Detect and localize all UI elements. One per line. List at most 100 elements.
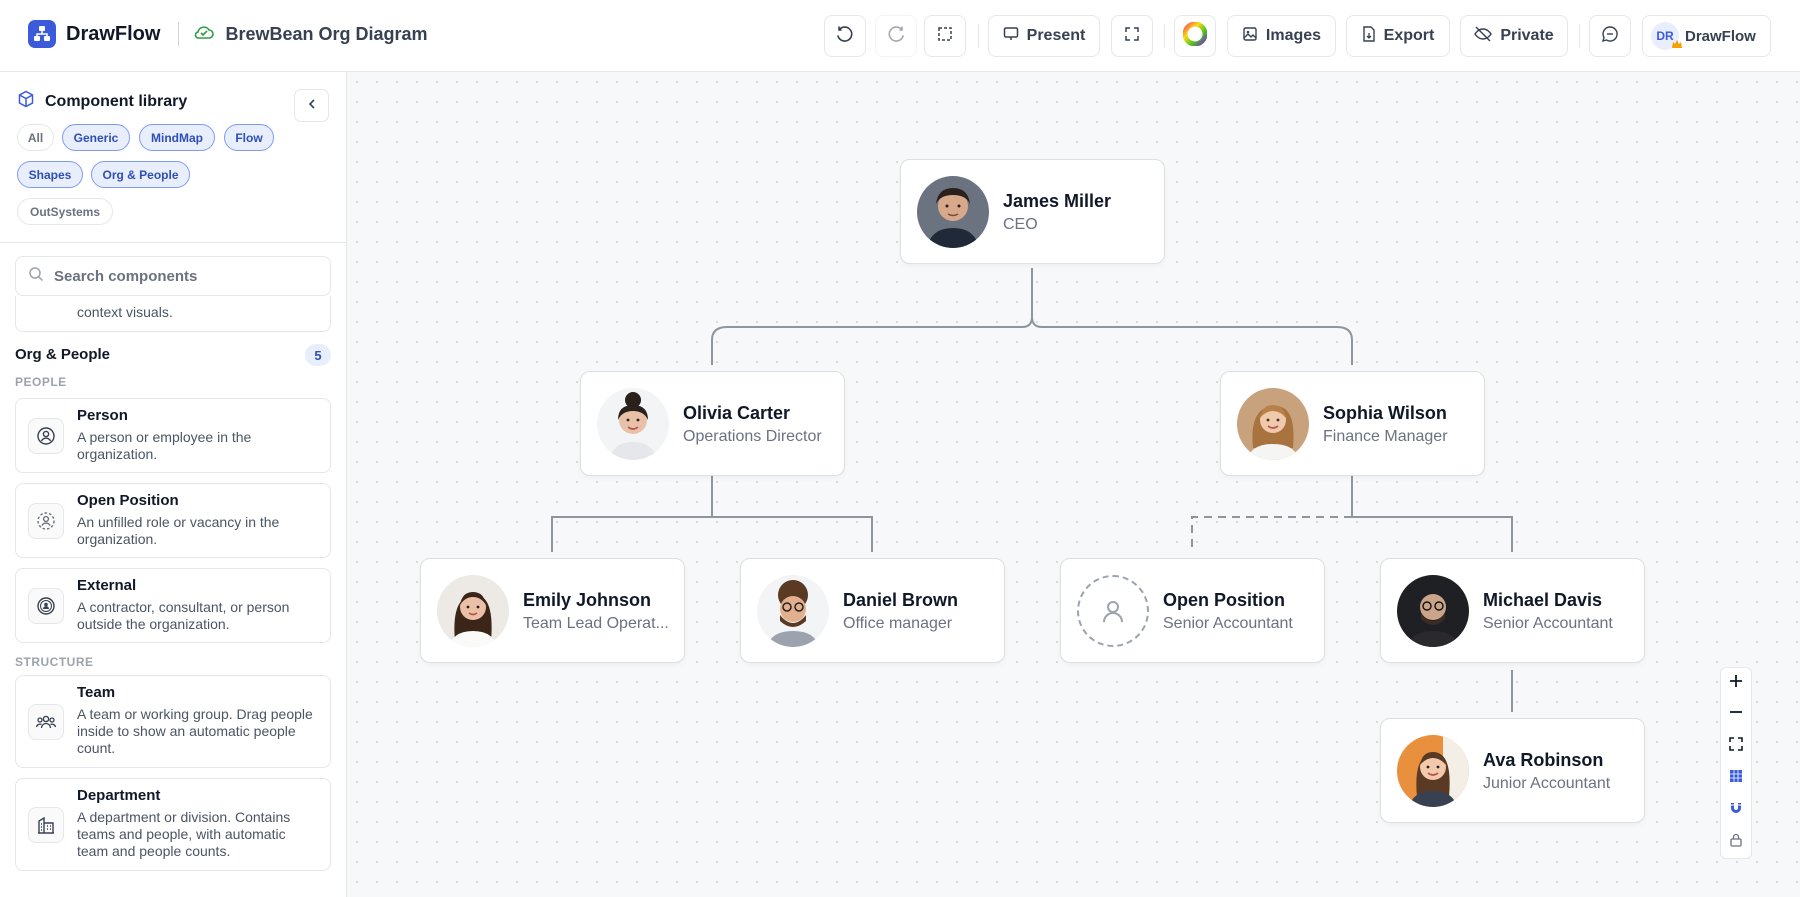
undo-button[interactable] — [824, 15, 866, 57]
select-area-button[interactable] — [924, 15, 966, 57]
component-external[interactable]: External A contractor, consultant, or pe… — [15, 568, 331, 643]
chip-label: Flow — [235, 130, 263, 145]
color-wheel-icon — [1182, 21, 1208, 51]
zoom-out-button[interactable] — [1721, 699, 1751, 729]
privacy-button[interactable]: Private — [1460, 15, 1568, 57]
private-label: Private — [1500, 27, 1554, 44]
node-role: Senior Accountant — [1483, 615, 1613, 632]
lock-canvas-button[interactable] — [1721, 827, 1751, 857]
connector-ceo-olivia — [711, 268, 1033, 365]
grid-toggle-button[interactable] — [1721, 763, 1751, 793]
canvas-view-controls — [1720, 667, 1752, 859]
node-name: Sophia Wilson — [1323, 403, 1447, 423]
export-button[interactable]: Export — [1346, 15, 1450, 57]
account-label: DrawFlow — [1685, 27, 1756, 45]
component-desc: A team or working group. Drag people ins… — [77, 706, 313, 756]
connector-olivia-emily — [551, 472, 713, 552]
org-node-daniel-brown[interactable]: Daniel Brown Office manager — [740, 558, 1005, 663]
images-button[interactable]: Images — [1227, 15, 1336, 57]
chip-shapes[interactable]: Shapes — [17, 161, 83, 188]
app-name: DrawFlow — [66, 22, 161, 45]
org-node-james-miller[interactable]: James Miller CEO — [900, 159, 1165, 264]
search-input[interactable] — [54, 267, 314, 285]
person-icon — [28, 418, 64, 454]
org-node-ava-robinson[interactable]: Ava Robinson Junior Accountant — [1380, 718, 1645, 823]
chevron-left-icon — [306, 97, 318, 115]
zoom-in-button[interactable] — [1721, 668, 1751, 698]
structure-subheading: STRUCTURE — [15, 655, 94, 669]
snap-toggle-button[interactable] — [1721, 795, 1751, 825]
zoom-out-icon — [1728, 704, 1744, 725]
diagram-canvas[interactable]: James Miller CEO Olivia Carter Operation… — [347, 72, 1800, 897]
avatar — [1397, 575, 1469, 647]
toolbar-divider — [1579, 24, 1580, 48]
avatar — [757, 575, 829, 647]
building-icon — [28, 807, 64, 843]
redo-icon — [887, 25, 905, 48]
component-open-position[interactable]: Open Position An unfilled role or vacanc… — [15, 483, 331, 558]
lock-icon — [1729, 833, 1743, 852]
cube-icon — [17, 90, 35, 113]
redo-button[interactable] — [875, 15, 917, 57]
avatar: DR — [1651, 22, 1682, 50]
toolbar-divider — [1164, 24, 1165, 48]
top-bar: DrawFlow BrewBean Org Diagram Present Im… — [0, 0, 1800, 72]
component-library-panel: Component library All Generic MindMap Fl… — [0, 72, 347, 897]
open-position-icon — [28, 503, 64, 539]
account-button[interactable]: DR DrawFlow — [1642, 15, 1771, 57]
org-node-emily-johnson[interactable]: Emily Johnson Team Lead Operat... — [420, 558, 685, 663]
document-title[interactable]: BrewBean Org Diagram — [225, 24, 427, 45]
collapse-panel-button[interactable] — [294, 89, 329, 122]
connector-ceo-sophia — [1031, 268, 1353, 365]
chip-label: MindMap — [151, 130, 203, 145]
component-desc: An unfilled role or vacancy in the organ… — [77, 514, 280, 547]
fullscreen-button[interactable] — [1111, 15, 1153, 57]
toolbar-divider — [978, 24, 979, 48]
chip-outsystems[interactable]: OutSystems — [17, 198, 113, 225]
component-desc: A person or employee in the organization… — [77, 429, 252, 462]
component-team[interactable]: Team A team or working group. Drag peopl… — [15, 675, 331, 768]
node-name: Olivia Carter — [683, 403, 791, 423]
eye-off-icon — [1474, 26, 1493, 47]
avatar — [1397, 735, 1469, 807]
chip-generic[interactable]: Generic — [62, 124, 130, 151]
fit-view-button[interactable] — [1721, 731, 1751, 761]
images-label: Images — [1265, 27, 1322, 44]
fit-view-icon — [1729, 736, 1743, 756]
undo-icon — [836, 25, 854, 48]
node-name: Open Position — [1163, 590, 1286, 610]
node-role: Team Lead Operat... — [523, 615, 669, 632]
chip-label: All — [27, 130, 44, 145]
org-node-michael-davis[interactable]: Michael Davis Senior Accountant — [1380, 558, 1645, 663]
org-node-open-position[interactable]: Open Position Senior Accountant — [1060, 558, 1325, 663]
component-name: External — [77, 577, 137, 594]
org-node-olivia-carter[interactable]: Olivia Carter Operations Director — [580, 371, 845, 476]
comments-button[interactable] — [1589, 15, 1631, 57]
chip-mindmap[interactable]: MindMap — [139, 124, 215, 151]
theme-button[interactable] — [1174, 15, 1216, 57]
search-box — [15, 256, 331, 296]
chip-flow[interactable]: Flow — [224, 124, 274, 151]
component-desc: context visuals. — [77, 304, 173, 320]
component-department[interactable]: Department A department or division. Con… — [15, 778, 331, 871]
node-name: Ava Robinson — [1483, 750, 1604, 770]
component-desc: A contractor, consultant, or person outs… — [77, 599, 290, 632]
cloud-saved-icon — [193, 24, 215, 45]
node-name: Michael Davis — [1483, 590, 1603, 610]
component-card-partial[interactable]: context visuals. — [15, 296, 331, 332]
node-name: Emily Johnson — [523, 590, 652, 610]
present-button[interactable]: Present — [988, 15, 1100, 57]
chip-org-people[interactable]: Org & People — [91, 161, 190, 188]
grid-icon — [1730, 769, 1742, 787]
chip-all[interactable]: All — [17, 124, 54, 151]
panel-title: Component library — [45, 92, 188, 110]
comment-icon — [1601, 25, 1619, 48]
component-person[interactable]: Person A person or employee in the organ… — [15, 398, 331, 473]
app-logo-icon[interactable] — [28, 20, 56, 48]
node-role: Senior Accountant — [1163, 615, 1293, 632]
crown-icon — [1671, 38, 1683, 52]
avatar — [597, 388, 669, 460]
avatar — [437, 575, 509, 647]
org-node-sophia-wilson[interactable]: Sophia Wilson Finance Manager — [1220, 371, 1485, 476]
node-name: Daniel Brown — [843, 590, 959, 610]
